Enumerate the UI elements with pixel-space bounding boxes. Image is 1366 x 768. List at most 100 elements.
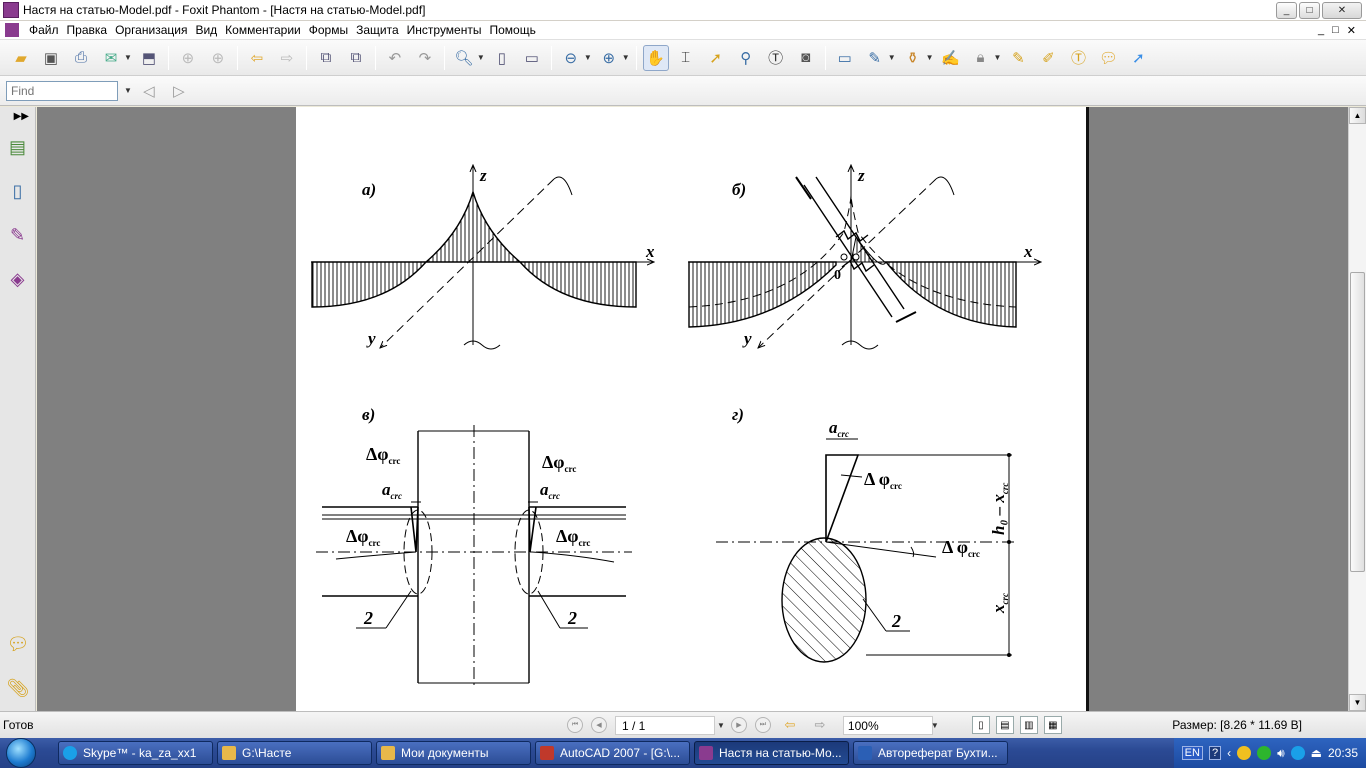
start-button[interactable] xyxy=(0,738,42,768)
note-icon[interactable]: ✎ xyxy=(1005,45,1031,71)
page-number-field[interactable]: 1 / 1 xyxy=(615,715,715,735)
history-back-icon[interactable]: ⇦ xyxy=(777,712,803,738)
scroll-up-icon[interactable]: ▲ xyxy=(1349,107,1366,124)
facing-icon[interactable]: ▥ xyxy=(1019,716,1038,734)
layers-icon[interactable]: ✎ xyxy=(6,221,30,249)
fit-width-icon[interactable]: ▭ xyxy=(519,45,545,71)
doc-restore-button[interactable]: □ xyxy=(1332,24,1339,37)
maximize-button[interactable]: □ xyxy=(1299,1,1320,19)
vertical-scrollbar[interactable]: ▲ ▼ xyxy=(1348,107,1366,711)
menu-edit[interactable]: Правка xyxy=(63,23,112,37)
menu-organize[interactable]: Организация xyxy=(111,23,191,37)
zoom-tool-icon[interactable]: 🔍︎ xyxy=(451,45,477,71)
tray-app-icon[interactable] xyxy=(1237,746,1252,760)
document-icon[interactable] xyxy=(5,23,19,37)
arrow-tool-icon[interactable]: ➚ xyxy=(1125,45,1151,71)
close-button[interactable]: ✕ xyxy=(1322,1,1362,19)
history-forward-icon[interactable]: ⇨ xyxy=(807,712,833,738)
zoom-in-dropdown-icon[interactable]: ▼ xyxy=(622,53,630,62)
select-arrow-icon[interactable]: ➚ xyxy=(703,45,729,71)
clock[interactable]: 20:35 xyxy=(1328,746,1358,760)
print-icon[interactable]: ⎙ xyxy=(68,45,94,71)
find-next-icon[interactable]: ▷ xyxy=(166,78,192,104)
network-icon[interactable] xyxy=(1257,746,1272,760)
menu-view[interactable]: Вид xyxy=(191,23,221,37)
zoom-out-icon[interactable]: ⊖ xyxy=(558,45,584,71)
taskbar-item-my-documents[interactable]: Мои документы xyxy=(376,741,531,765)
lock-icon[interactable]: 🔒︎ xyxy=(968,45,994,71)
comment-icon[interactable]: 💬︎ xyxy=(1095,45,1121,71)
rectangle-icon[interactable]: ▭ xyxy=(832,45,858,71)
find-input[interactable] xyxy=(6,80,118,101)
doc-close-button[interactable]: ✕ xyxy=(1347,24,1356,37)
edit-dropdown-icon[interactable]: ▼ xyxy=(888,53,896,62)
taskbar-item-foxit[interactable]: Настя на статью-Мо... xyxy=(694,741,849,765)
menu-forms[interactable]: Формы xyxy=(305,23,352,37)
taskbar-item-folder-g[interactable]: G:\Насте xyxy=(217,741,372,765)
binoculars-icon[interactable]: ⚲ xyxy=(733,45,759,71)
sign-icon[interactable]: ✍ xyxy=(938,45,964,71)
copy-icon[interactable]: ⧉ xyxy=(313,45,339,71)
bookmarks-icon[interactable]: ▤ xyxy=(6,133,30,161)
menu-tools[interactable]: Инструменты xyxy=(403,23,486,37)
skype-tray-icon[interactable] xyxy=(1290,746,1305,760)
expand-panel-icon[interactable]: ▶▶ xyxy=(0,107,35,125)
stamp-dropdown-icon[interactable]: ▼ xyxy=(926,53,934,62)
zoom-level-dropdown-icon[interactable]: ▼ xyxy=(931,721,939,730)
zoom-level-field[interactable]: 100% xyxy=(842,715,933,735)
signatures-icon[interactable]: ◈ xyxy=(6,265,30,293)
menu-comments[interactable]: Комментарии xyxy=(221,23,305,37)
zoom-out-dropdown-icon[interactable]: ▼ xyxy=(584,53,592,62)
next-page-nav-icon[interactable]: ▶ xyxy=(730,717,747,733)
open-icon[interactable]: ▰ xyxy=(8,45,34,71)
pages-icon[interactable]: ▯ xyxy=(6,177,30,205)
forward-icon[interactable]: ⇨ xyxy=(274,45,300,71)
safely-remove-icon[interactable]: ⏏ xyxy=(1311,746,1322,760)
menu-file[interactable]: Файл xyxy=(25,23,63,37)
taskbar-item-word[interactable]: Автореферат Бухти... xyxy=(853,741,1008,765)
prev-page-nav-icon[interactable]: ◀ xyxy=(591,717,607,733)
paste-icon[interactable]: ⧉ xyxy=(343,45,369,71)
next-page-icon[interactable]: ⊕ xyxy=(205,45,231,71)
redo-icon[interactable]: ↷ xyxy=(412,45,438,71)
taskbar-item-autocad[interactable]: AutoCAD 2007 - [G:\... xyxy=(535,741,690,765)
volume-icon[interactable]: 🔊︎ xyxy=(1277,746,1285,761)
scroll-down-icon[interactable]: ▼ xyxy=(1349,694,1366,711)
select-text-icon[interactable]: ⌶ xyxy=(673,45,699,71)
menu-help[interactable]: Помощь xyxy=(485,23,539,37)
attachments-icon[interactable]: 📎︎ xyxy=(6,674,30,702)
comments-panel-icon[interactable]: 💬︎ xyxy=(6,630,30,658)
save-icon[interactable]: ▣ xyxy=(38,45,64,71)
last-page-icon[interactable]: ⏭ xyxy=(754,717,771,733)
first-page-icon[interactable]: ⏮ xyxy=(567,717,583,733)
doc-minimize-button[interactable]: _ xyxy=(1318,24,1324,37)
back-icon[interactable]: ⇦ xyxy=(244,45,270,71)
hand-tool-icon[interactable]: ✋ xyxy=(642,44,669,71)
typewriter-icon[interactable]: Ⓣ xyxy=(1065,45,1091,71)
foxit-app-icon[interactable] xyxy=(3,2,19,18)
find-dropdown-icon[interactable]: ▼ xyxy=(124,86,132,95)
minimize-button[interactable]: _ xyxy=(1276,1,1297,19)
find-prev-icon[interactable]: ◁ xyxy=(136,78,162,104)
stamp-icon[interactable]: ⚱ xyxy=(900,45,926,71)
help-icon[interactable]: ? xyxy=(1208,746,1222,760)
taskbar-item-skype[interactable]: Skype™ - ka_za_xx1 xyxy=(58,741,213,765)
undo-icon[interactable]: ↶ xyxy=(382,45,408,71)
tray-expand-icon[interactable]: ‹ xyxy=(1227,746,1231,760)
single-page-icon[interactable]: ▯ xyxy=(971,716,990,734)
continuous-facing-icon[interactable]: ▦ xyxy=(1043,716,1062,734)
edit-icon[interactable]: ✎ xyxy=(862,45,888,71)
menu-protect[interactable]: Защита xyxy=(352,23,403,37)
language-indicator[interactable]: EN xyxy=(1181,746,1203,760)
prev-page-icon[interactable]: ⊕ xyxy=(175,45,201,71)
fit-page-icon[interactable]: ▯ xyxy=(489,45,515,71)
text-box-icon[interactable]: Ⓣ xyxy=(763,45,789,71)
email-dropdown-icon[interactable]: ▼ xyxy=(124,53,132,62)
document-view[interactable]: а) z x y б) z x y 0 в) Δφcrc Δφcrc acrc … xyxy=(37,107,1348,711)
snapshot-icon[interactable]: ◙ xyxy=(793,45,819,71)
zoom-in-icon[interactable]: ⊕ xyxy=(596,45,622,71)
continuous-icon[interactable]: ▤ xyxy=(995,716,1014,734)
scan-icon[interactable]: ⬒ xyxy=(136,45,162,71)
scroll-thumb[interactable] xyxy=(1350,272,1365,572)
page-dropdown-icon[interactable]: ▼ xyxy=(717,721,725,730)
